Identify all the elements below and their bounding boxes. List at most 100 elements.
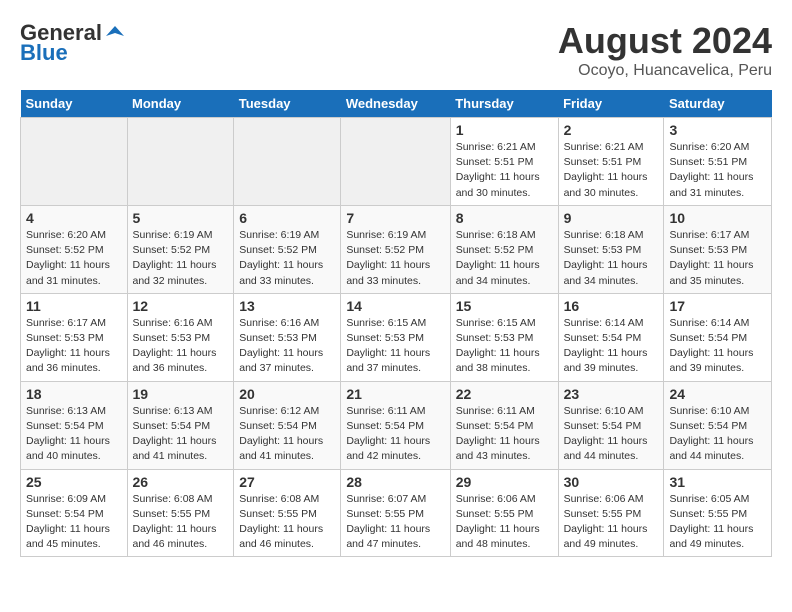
- day-number: 11: [26, 298, 122, 314]
- cell-info: Sunrise: 6:08 AMSunset: 5:55 PMDaylight:…: [133, 492, 229, 553]
- calendar-cell: 3 Sunrise: 6:20 AMSunset: 5:51 PMDaylight…: [664, 118, 772, 206]
- logo-bird-icon: [104, 22, 126, 44]
- day-number: 22: [456, 386, 553, 402]
- day-header-friday: Friday: [558, 90, 664, 118]
- cell-info: Sunrise: 6:05 AMSunset: 5:55 PMDaylight:…: [669, 492, 766, 553]
- day-number: 5: [133, 210, 229, 226]
- day-number: 29: [456, 474, 553, 490]
- calendar-cell: 6 Sunrise: 6:19 AMSunset: 5:52 PMDaylight…: [234, 205, 341, 293]
- calendar-cell: 30Sunrise: 6:06 AMSunset: 5:55 PMDayligh…: [558, 469, 664, 557]
- day-number: 19: [133, 386, 229, 402]
- calendar-cell: [234, 118, 341, 206]
- day-number: 13: [239, 298, 335, 314]
- calendar-cell: [21, 118, 128, 206]
- cell-info: Sunrise: 6:12 AMSunset: 5:54 PMDaylight:…: [239, 404, 335, 465]
- day-number: 8: [456, 210, 553, 226]
- day-number: 12: [133, 298, 229, 314]
- day-number: 7: [346, 210, 444, 226]
- cell-info: Sunrise: 6:19 AMSunset: 5:52 PMDaylight:…: [346, 228, 444, 289]
- cell-info: Sunrise: 6:15 AMSunset: 5:53 PMDaylight:…: [346, 316, 444, 377]
- day-number: 23: [564, 386, 659, 402]
- day-number: 30: [564, 474, 659, 490]
- day-number: 2: [564, 122, 659, 138]
- cell-info: Sunrise: 6:14 AMSunset: 5:54 PMDaylight:…: [669, 316, 766, 377]
- day-header-tuesday: Tuesday: [234, 90, 341, 118]
- calendar-cell: 10 Sunrise: 6:17 AMSunset: 5:53 PMDayligh…: [664, 205, 772, 293]
- cell-info: Sunrise: 6:16 AMSunset: 5:53 PMDaylight:…: [133, 316, 229, 377]
- calendar-cell: 13 Sunrise: 6:16 AMSunset: 5:53 PMDayligh…: [234, 293, 341, 381]
- cell-info: Sunrise: 6:11 AMSunset: 5:54 PMDaylight:…: [456, 404, 553, 465]
- day-number: 27: [239, 474, 335, 490]
- day-number: 20: [239, 386, 335, 402]
- page-header: General Blue August 2024 Ocoyo, Huancave…: [20, 20, 772, 80]
- cell-info: Sunrise: 6:18 AMSunset: 5:53 PMDaylight:…: [564, 228, 659, 289]
- calendar-cell: 9Sunrise: 6:18 AMSunset: 5:53 PMDaylight…: [558, 205, 664, 293]
- day-number: 3: [669, 122, 766, 138]
- cell-info: Sunrise: 6:16 AMSunset: 5:53 PMDaylight:…: [239, 316, 335, 377]
- day-number: 14: [346, 298, 444, 314]
- day-number: 1: [456, 122, 553, 138]
- cell-info: Sunrise: 6:08 AMSunset: 5:55 PMDaylight:…: [239, 492, 335, 553]
- cell-info: Sunrise: 6:06 AMSunset: 5:55 PMDaylight:…: [456, 492, 553, 553]
- calendar-cell: 19 Sunrise: 6:13 AMSunset: 5:54 PMDayligh…: [127, 381, 234, 469]
- calendar-cell: 18Sunrise: 6:13 AMSunset: 5:54 PMDayligh…: [21, 381, 128, 469]
- day-number: 21: [346, 386, 444, 402]
- day-header-row: SundayMondayTuesdayWednesdayThursdayFrid…: [21, 90, 772, 118]
- day-number: 10: [669, 210, 766, 226]
- cell-info: Sunrise: 6:07 AMSunset: 5:55 PMDaylight:…: [346, 492, 444, 553]
- day-header-wednesday: Wednesday: [341, 90, 450, 118]
- calendar-cell: 23 Sunrise: 6:10 AMSunset: 5:54 PMDayligh…: [558, 381, 664, 469]
- calendar-cell: 26 Sunrise: 6:08 AMSunset: 5:55 PMDayligh…: [127, 469, 234, 557]
- calendar-cell: [127, 118, 234, 206]
- title-area: August 2024 Ocoyo, Huancavelica, Peru: [558, 20, 772, 80]
- calendar-cell: 16 Sunrise: 6:14 AMSunset: 5:54 PMDayligh…: [558, 293, 664, 381]
- day-number: 16: [564, 298, 659, 314]
- cell-info: Sunrise: 6:17 AMSunset: 5:53 PMDaylight:…: [669, 228, 766, 289]
- day-number: 28: [346, 474, 444, 490]
- cell-info: Sunrise: 6:21 AMSunset: 5:51 PMDaylight:…: [456, 140, 553, 201]
- calendar-cell: 20 Sunrise: 6:12 AMSunset: 5:54 PMDayligh…: [234, 381, 341, 469]
- cell-info: Sunrise: 6:10 AMSunset: 5:54 PMDaylight:…: [564, 404, 659, 465]
- day-header-monday: Monday: [127, 90, 234, 118]
- calendar-cell: 5 Sunrise: 6:19 AMSunset: 5:52 PMDaylight…: [127, 205, 234, 293]
- week-row-2: 4Sunrise: 6:20 AMSunset: 5:52 PMDaylight…: [21, 205, 772, 293]
- cell-info: Sunrise: 6:19 AMSunset: 5:52 PMDaylight:…: [239, 228, 335, 289]
- day-number: 31: [669, 474, 766, 490]
- cell-info: Sunrise: 6:20 AMSunset: 5:51 PMDaylight:…: [669, 140, 766, 201]
- calendar-cell: 24Sunrise: 6:10 AMSunset: 5:54 PMDayligh…: [664, 381, 772, 469]
- week-row-4: 18 Sunrise: 6:13 AMSunset: 5:54 PMDayligh…: [21, 381, 772, 469]
- calendar-cell: 21 Sunrise: 6:11 AMSunset: 5:54 PMDayligh…: [341, 381, 450, 469]
- cell-info: Sunrise: 6:19 AMSunset: 5:52 PMDaylight:…: [133, 228, 229, 289]
- calendar-cell: 11Sunrise: 6:17 AMSunset: 5:53 PMDayligh…: [21, 293, 128, 381]
- cell-info: Sunrise: 6:11 AMSunset: 5:54 PMDaylight:…: [346, 404, 444, 465]
- calendar-cell: 15Sunrise: 6:15 AMSunset: 5:53 PMDayligh…: [450, 293, 558, 381]
- calendar-cell: 17 Sunrise: 6:14 AMSunset: 5:54 PMDayligh…: [664, 293, 772, 381]
- calendar-cell: 31 Sunrise: 6:05 AMSunset: 5:55 PMDayligh…: [664, 469, 772, 557]
- logo-blue-text: Blue: [20, 40, 68, 66]
- calendar-table: SundayMondayTuesdayWednesdayThursdayFrid…: [20, 90, 772, 557]
- calendar-cell: 28 Sunrise: 6:07 AMSunset: 5:55 PMDayligh…: [341, 469, 450, 557]
- day-number: 6: [239, 210, 335, 226]
- cell-info: Sunrise: 6:14 AMSunset: 5:54 PMDaylight:…: [564, 316, 659, 377]
- cell-info: Sunrise: 6:15 AMSunset: 5:53 PMDaylight:…: [456, 316, 553, 377]
- day-number: 17: [669, 298, 766, 314]
- week-row-1: 1 Sunrise: 6:21 AMSunset: 5:51 PMDaylight…: [21, 118, 772, 206]
- day-header-thursday: Thursday: [450, 90, 558, 118]
- day-header-saturday: Saturday: [664, 90, 772, 118]
- cell-info: Sunrise: 6:13 AMSunset: 5:54 PMDaylight:…: [133, 404, 229, 465]
- week-row-3: 11Sunrise: 6:17 AMSunset: 5:53 PMDayligh…: [21, 293, 772, 381]
- calendar-cell: 22 Sunrise: 6:11 AMSunset: 5:54 PMDayligh…: [450, 381, 558, 469]
- day-number: 18: [26, 386, 122, 402]
- cell-info: Sunrise: 6:21 AMSunset: 5:51 PMDaylight:…: [564, 140, 659, 201]
- logo: General Blue: [20, 20, 126, 66]
- day-number: 24: [669, 386, 766, 402]
- calendar-cell: [341, 118, 450, 206]
- calendar-cell: 7 Sunrise: 6:19 AMSunset: 5:52 PMDaylight…: [341, 205, 450, 293]
- calendar-cell: 4Sunrise: 6:20 AMSunset: 5:52 PMDaylight…: [21, 205, 128, 293]
- calendar-cell: 27 Sunrise: 6:08 AMSunset: 5:55 PMDayligh…: [234, 469, 341, 557]
- calendar-cell: 25Sunrise: 6:09 AMSunset: 5:54 PMDayligh…: [21, 469, 128, 557]
- calendar-cell: 1 Sunrise: 6:21 AMSunset: 5:51 PMDaylight…: [450, 118, 558, 206]
- day-number: 4: [26, 210, 122, 226]
- day-number: 26: [133, 474, 229, 490]
- calendar-cell: 8Sunrise: 6:18 AMSunset: 5:52 PMDaylight…: [450, 205, 558, 293]
